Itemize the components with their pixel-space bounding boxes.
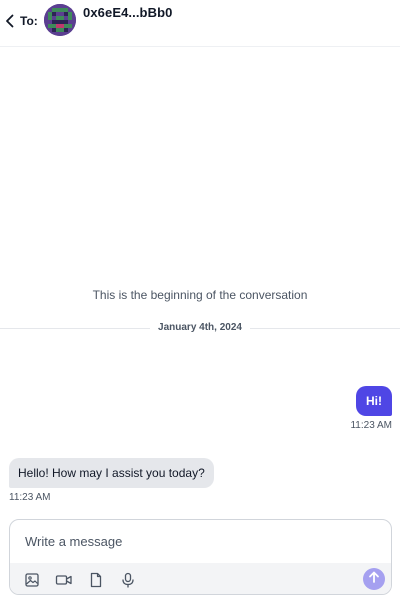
message-input[interactable] [10,520,391,562]
attach-image-button[interactable] [22,570,42,590]
to-label: To: [20,14,38,28]
back-button[interactable]: To: [4,10,38,32]
recipient-address[interactable]: 0x6eE4...bBb0 [83,5,172,20]
message-composer [9,519,392,595]
incoming-message-time: 11:23 AM [9,492,51,503]
video-icon [55,572,73,588]
send-button[interactable] [363,568,385,590]
arrow-up-icon [367,570,381,589]
record-audio-button[interactable] [118,570,138,590]
incoming-message-bubble[interactable]: Hello! How may I assist you today? [9,458,214,488]
recipient-avatar[interactable] [44,4,76,36]
date-divider: January 4th, 2024 [0,321,400,337]
outgoing-message-time: 11:23 AM [350,420,392,431]
composer-toolbar [10,563,391,594]
attach-file-button[interactable] [86,570,106,590]
outgoing-message-bubble[interactable]: Hi! [356,386,392,416]
divider-line-right [250,328,400,329]
file-icon [88,572,104,588]
conversation-header: To: 0x6eE4...bBb0 [0,0,400,47]
chat-app: To: 0x6eE4...bBb0 This is the beginning … [0,0,400,603]
identicon-avatar [44,4,76,36]
chevron-left-icon [4,13,16,29]
image-icon [24,572,40,588]
attach-video-button[interactable] [54,570,74,590]
conversation-start-notice: This is the beginning of the conversatio… [92,288,308,302]
microphone-icon [120,572,136,588]
